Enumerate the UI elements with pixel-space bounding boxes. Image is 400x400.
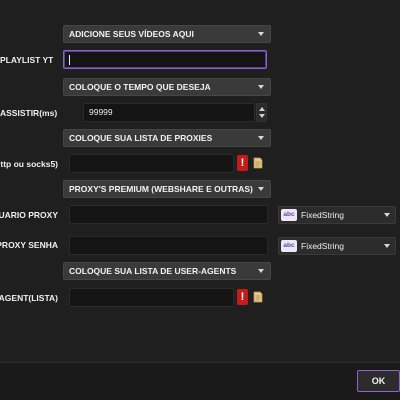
section-time-dropdown[interactable]: COLOQUE O TEMPO QUE DESEJA [63,78,271,96]
proxy-senha-label: PROXY SENHA [0,240,58,250]
proxy-senha-input[interactable] [69,236,268,255]
section-premium-label: PROXY'S PREMIUM (WEBSHARE E OUTRAS) [69,184,253,194]
playlist-label: PLAYLIST YT [0,55,54,65]
warning-icon: ! [237,289,248,305]
section-user-agents-label: COLOQUE SUA LISTA DE USER-AGENTS [69,266,237,276]
chevron-down-icon [258,85,264,89]
user-agent-input[interactable] [69,288,234,307]
section-user-agents-dropdown[interactable]: COLOQUE SUA LISTA DE USER-AGENTS [63,262,271,280]
section-time-label: COLOQUE O TEMPO QUE DESEJA [69,82,211,92]
usuario-proxy-label: USUARIO PROXY [0,210,58,220]
text-type-icon: abc [281,240,297,252]
user-agent-label: AGENT(LISTA) [0,293,58,303]
assistir-input[interactable]: 99999 [83,103,255,122]
chevron-down-icon [258,269,264,273]
settings-dialog: ADICIONE SEUS VÍDEOS AQUI PLAYLIST YT CO… [0,0,400,400]
type-name: FixedString [301,241,344,251]
proxy-senha-type-select[interactable]: abc FixedString [278,237,396,255]
section-premium-dropdown[interactable]: PROXY'S PREMIUM (WEBSHARE E OUTRAS) [63,180,271,198]
section-proxies-label: COLOQUE SUA LISTA DE PROXIES [69,133,213,143]
assistir-spinner[interactable] [256,103,267,122]
chevron-down-icon [258,136,264,140]
spin-down-icon[interactable] [259,114,265,118]
proxy-list-input[interactable] [69,154,234,173]
section-videos-dropdown[interactable]: ADICIONE SEUS VÍDEOS AQUI [63,25,271,43]
warning-icon: ! [237,155,248,171]
section-videos-label: ADICIONE SEUS VÍDEOS AQUI [69,29,194,39]
text-cursor [69,55,70,65]
section-proxies-dropdown[interactable]: COLOQUE SUA LISTA DE PROXIES [63,129,271,147]
usuario-proxy-type-select[interactable]: abc FixedString [278,206,396,224]
assistir-label: ASSISTIR(ms) [0,108,58,118]
type-name: FixedString [301,210,344,220]
usuario-proxy-input[interactable] [69,205,268,224]
chevron-down-icon [258,187,264,191]
playlist-input[interactable] [63,50,267,69]
open-file-icon[interactable] [252,291,264,303]
ok-button[interactable]: OK [357,370,400,392]
chevron-down-icon [384,213,390,217]
proxy-list-label: http ou socks5) [0,159,58,169]
spin-up-icon[interactable] [259,107,265,111]
text-type-icon: abc [281,209,297,221]
open-file-icon[interactable] [252,157,264,169]
chevron-down-icon [384,244,390,248]
dialog-footer [0,362,400,400]
chevron-down-icon [258,32,264,36]
